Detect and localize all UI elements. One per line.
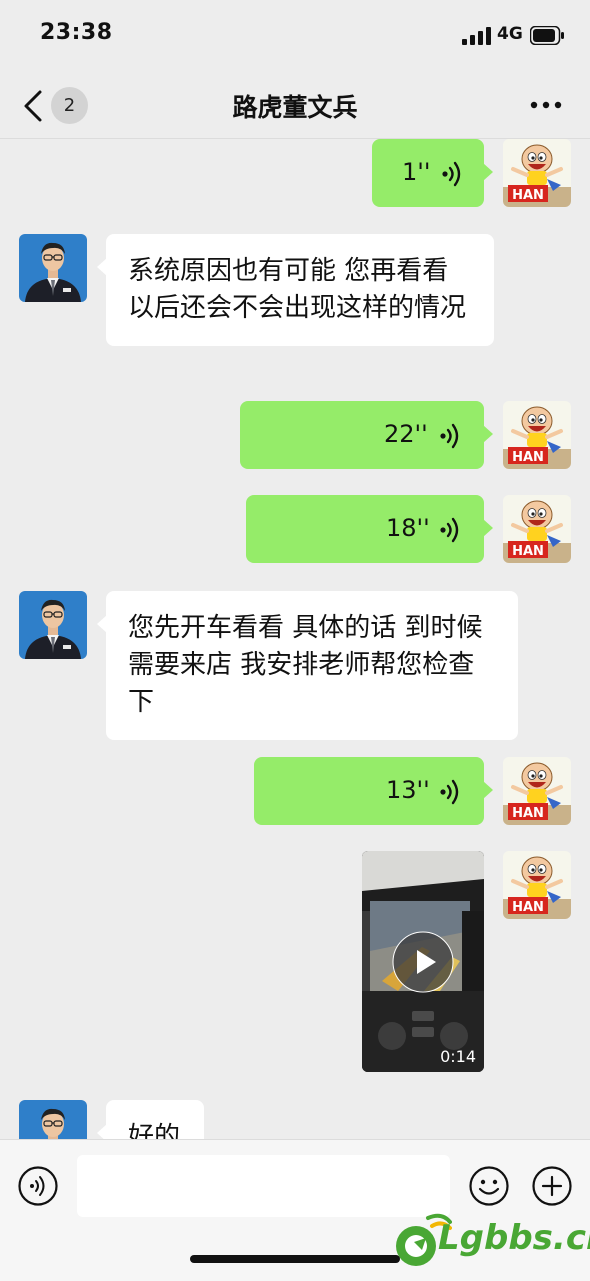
voice-message-bubble[interactable]: 13'' [254,757,493,825]
message-row: 0:14 [0,851,590,1073]
home-indicator[interactable] [190,1255,400,1263]
my-avatar[interactable] [503,495,571,563]
message-row: 好的 [0,1100,590,1139]
chat-header: 2 路虎董文兵 [0,74,590,139]
my-avatar[interactable] [503,757,571,825]
contact-avatar[interactable] [19,234,87,302]
voice-wave-icon [438,422,464,450]
play-icon[interactable] [392,931,454,993]
voice-message-bubble[interactable]: 1'' [372,139,493,207]
message-row: 18'' [0,495,590,565]
message-text: 您先开车看看 具体的话 到时候需要来店 我安排老师帮您检查下 [128,613,483,717]
text-message-bubble[interactable]: 您先开车看看 具体的话 到时候需要来店 我安排老师帮您检查下 [97,591,518,740]
voice-message-bubble[interactable]: 22'' [240,401,493,469]
message-row: 您先开车看看 具体的话 到时候需要来店 我安排老师帮您检查下 [0,591,590,740]
my-avatar[interactable] [503,139,571,207]
battery-icon [530,26,564,45]
message-text: 好的 [128,1122,181,1139]
voice-wave-icon [438,778,464,806]
voice-duration: 18'' [386,514,430,542]
voice-wave-icon [440,160,466,188]
network-label: 4G [497,24,523,44]
video-message-thumbnail[interactable]: 0:14 [362,851,484,1072]
voice-duration: 13'' [386,776,430,804]
text-message-bubble[interactable]: 好的 [97,1100,204,1139]
text-message-bubble[interactable]: 系统原因也有可能 您再看看 以后还会不会出现这样的情况 [97,234,494,346]
voice-message-bubble[interactable]: 18'' [246,495,493,563]
contact-avatar[interactable] [19,1100,87,1139]
contact-avatar[interactable] [19,591,87,659]
voice-duration: 22'' [384,420,428,448]
message-row: 1'' [0,139,590,209]
watermark-logo: Lgbbs.cn [392,1200,590,1270]
message-text: 系统原因也有可能 您再看看 以后还会不会出现这样的情况 [128,256,467,323]
watermark-text: Lgbbs.cn [438,1218,590,1258]
voice-wave-icon [438,516,464,544]
voice-input-icon[interactable] [18,1166,58,1206]
message-row: 13'' [0,757,590,827]
signal-icon [462,27,491,45]
my-avatar[interactable] [503,851,571,919]
video-duration: 0:14 [440,1047,476,1066]
message-list[interactable]: 1'' 系统原因也有可能 您再看看 以后还会不会出现这样的情况 22'' 18'… [0,139,590,1139]
message-row: 系统原因也有可能 您再看看 以后还会不会出现这样的情况 [0,234,590,374]
voice-duration: 1'' [402,158,431,186]
status-bar: 23:38 4G [0,0,590,74]
more-icon[interactable] [528,92,564,118]
chat-title: 路虎董文兵 [232,93,358,122]
status-time: 23:38 [40,20,113,45]
my-avatar[interactable] [503,401,571,469]
message-row: 22'' [0,401,590,471]
